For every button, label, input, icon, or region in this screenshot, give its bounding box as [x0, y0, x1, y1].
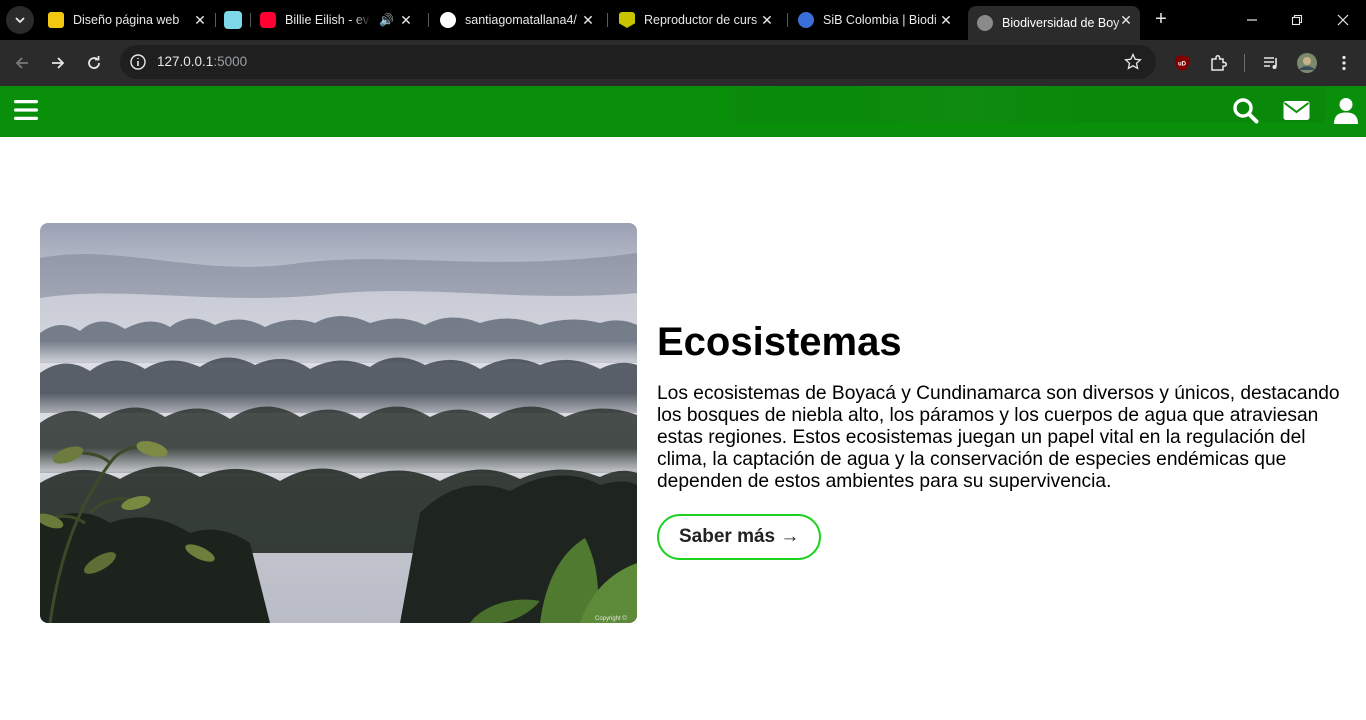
close-icon[interactable]: ✕	[580, 12, 596, 28]
menu-button[interactable]	[1333, 52, 1355, 74]
reload-icon	[88, 56, 100, 69]
svg-text:uD: uD	[1178, 62, 1187, 68]
forward-button[interactable]	[44, 49, 72, 77]
url-host: 127.0.0.1	[157, 54, 214, 69]
tab-divider	[607, 13, 608, 27]
globe-favicon-icon	[977, 15, 993, 31]
address-bar[interactable]: 127.0.0.1:5000	[120, 45, 1156, 79]
section-title: Ecosistemas	[657, 320, 902, 364]
restore-icon	[1291, 14, 1303, 26]
close-icon[interactable]: ✕	[759, 12, 775, 28]
profile-button[interactable]	[1296, 52, 1318, 74]
browser-tab-4[interactable]: santiagomatallana4/ ✕	[440, 6, 602, 34]
tab-divider	[215, 13, 216, 27]
close-icon[interactable]: ✕	[398, 12, 414, 28]
chevron-down-icon	[15, 17, 25, 24]
url-port: :5000	[213, 54, 248, 69]
hamburger-menu-icon[interactable]	[14, 99, 38, 121]
close-window-button[interactable]	[1320, 0, 1366, 40]
restore-button[interactable]	[1274, 0, 1320, 40]
arrow-right-icon	[52, 57, 65, 69]
youtube-favicon-icon	[260, 12, 276, 28]
ecosystems-section: Ecosistemas Los ecosistemas de Boyacá y …	[657, 318, 1347, 560]
back-button[interactable]	[8, 49, 36, 77]
cloud-forest-illustration: Copyright ©	[40, 223, 637, 623]
site-header	[0, 86, 1366, 137]
tab-search-button[interactable]	[6, 6, 34, 34]
arrow-left-icon	[15, 57, 28, 69]
browser-toolbar: 127.0.0.1:5000 uD	[0, 40, 1366, 86]
browser-tab-5[interactable]: Reproductor de curs ✕	[619, 6, 781, 34]
puzzle-icon	[1211, 54, 1227, 71]
app-favicon-icon	[224, 11, 242, 29]
ublock-extension-button[interactable]: uD	[1171, 52, 1193, 74]
browser-tabstrip: Diseño página web ✕ Billie Eilish - ever…	[0, 0, 1366, 40]
close-icon[interactable]: ✕	[1118, 12, 1134, 28]
browser-tab-active[interactable]: Biodiversidad de Boy ✕	[968, 6, 1140, 40]
sib-favicon-icon	[798, 12, 814, 28]
tab-divider	[428, 13, 429, 27]
ublock-icon: uD	[1175, 55, 1189, 71]
more-vertical-icon	[1342, 55, 1346, 71]
star-icon[interactable]	[1124, 53, 1142, 71]
search-icon[interactable]	[1232, 97, 1259, 125]
playlist-icon	[1264, 57, 1277, 69]
shield-favicon-icon	[619, 12, 635, 28]
github-favicon-icon	[440, 12, 456, 28]
tab-divider	[787, 13, 788, 27]
tab-title: Billie Eilish - ever	[285, 13, 371, 27]
image-copyright-text: Copyright ©	[595, 615, 627, 622]
ecosystem-image: Copyright ©	[40, 223, 637, 623]
extensions-button[interactable]	[1207, 52, 1229, 74]
close-icon[interactable]: ✕	[938, 12, 954, 28]
browser-tab-2[interactable]	[224, 6, 246, 34]
new-tab-button[interactable]: +	[1150, 8, 1172, 30]
minimize-button[interactable]	[1229, 0, 1275, 40]
browser-tab-6[interactable]: SiB Colombia | Biodi ✕	[798, 6, 960, 34]
miro-favicon-icon	[48, 12, 64, 28]
browser-tab-1[interactable]: Diseño página web ✕	[48, 6, 214, 34]
browser-tab-3[interactable]: Billie Eilish - ever 🔊 ✕	[260, 6, 420, 34]
minimize-icon	[1247, 19, 1257, 21]
info-icon[interactable]	[129, 53, 147, 71]
close-icon[interactable]: ✕	[192, 12, 208, 28]
url-text[interactable]: 127.0.0.1:5000	[157, 54, 247, 69]
toolbar-divider	[1244, 54, 1245, 72]
avatar	[1297, 53, 1317, 73]
section-description: Los ecosistemas de Boyacá y Cundinamarca…	[657, 383, 1340, 492]
learn-more-button[interactable]: Saber más →	[657, 514, 822, 560]
speaker-icon[interactable]: 🔊	[379, 13, 394, 27]
reload-button[interactable]	[80, 49, 108, 77]
mail-icon[interactable]	[1283, 97, 1310, 125]
user-icon[interactable]	[1333, 97, 1359, 125]
media-control-button[interactable]	[1260, 52, 1282, 74]
tab-divider	[250, 13, 251, 27]
close-icon	[1337, 14, 1349, 26]
